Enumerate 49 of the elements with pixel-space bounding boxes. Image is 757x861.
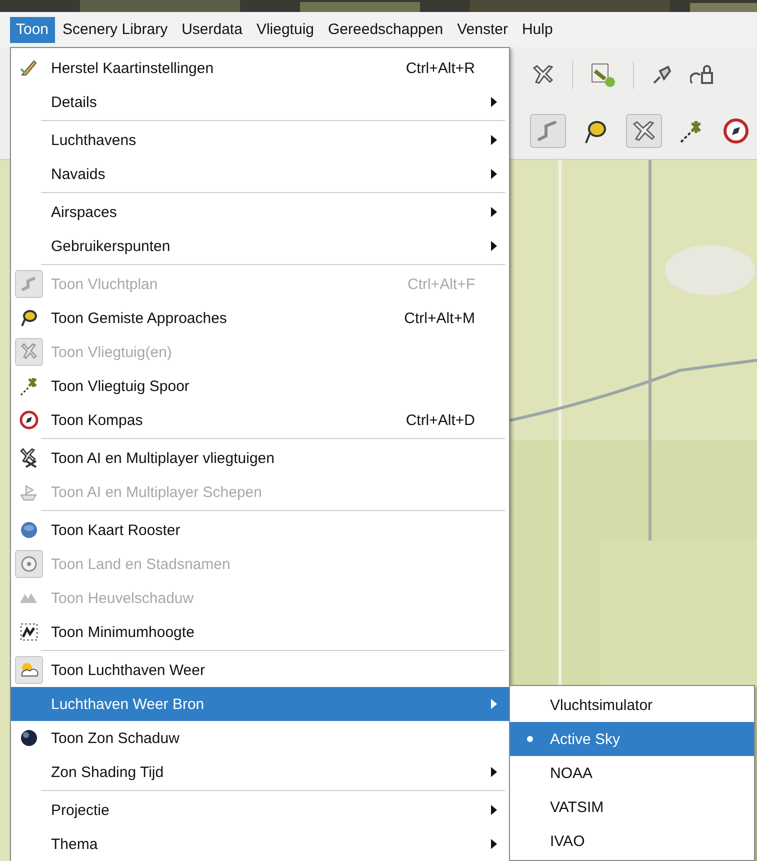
radio-menu-item[interactable]: VATSIM bbox=[510, 790, 754, 824]
menu-bar-item[interactable]: Scenery Library bbox=[56, 16, 174, 42]
menu-item[interactable]: Toon Minimumhoogte bbox=[11, 615, 509, 649]
compass-icon[interactable] bbox=[722, 117, 750, 145]
menu-item[interactable]: Toon Zon Schaduw bbox=[11, 721, 509, 755]
menu-bar-item[interactable]: Toon bbox=[10, 16, 55, 42]
airplane-add-icon[interactable] bbox=[589, 61, 617, 89]
menu-item[interactable]: Luchthavens bbox=[11, 123, 509, 157]
airplane-icon[interactable] bbox=[626, 114, 662, 148]
submenu-arrow-icon bbox=[491, 207, 497, 217]
menu-item[interactable]: Toon Luchthaven Weer bbox=[11, 653, 509, 687]
radio-menu-item[interactable]: IVAO bbox=[510, 824, 754, 858]
radio-menu-item[interactable]: Vluchtsimulator bbox=[510, 688, 754, 722]
menu-bar-item[interactable]: Venster bbox=[451, 16, 514, 42]
menu-bar-item[interactable]: Hulp bbox=[516, 16, 559, 42]
submenu-arrow-icon bbox=[491, 169, 497, 179]
compass-icon bbox=[18, 409, 40, 431]
lock-icon[interactable] bbox=[690, 63, 716, 87]
radio-menu-item[interactable]: Active Sky bbox=[510, 722, 754, 756]
submenu-arrow-icon bbox=[491, 839, 497, 849]
menu-bar-item[interactable]: Userdata bbox=[176, 16, 248, 42]
menu-item[interactable]: Toon Gemiste Approaches Ctrl+Alt+M bbox=[11, 301, 509, 335]
menu-item[interactable]: Projectie bbox=[11, 793, 509, 827]
submenu-arrow-icon bbox=[491, 241, 497, 251]
sphere-icon bbox=[18, 727, 40, 749]
menu-item[interactable]: Toon Kompas Ctrl+Alt+D bbox=[11, 403, 509, 437]
terrain-icon bbox=[18, 621, 40, 643]
menu-item[interactable]: Luchthaven Weer Bron bbox=[11, 687, 509, 721]
menu-item[interactable]: Toon Vliegtuig Spoor bbox=[11, 369, 509, 403]
menu-item[interactable]: Details bbox=[11, 85, 509, 119]
menu-item[interactable]: Zon Shading Tijd bbox=[11, 755, 509, 789]
trail-icon bbox=[18, 375, 40, 397]
menu-item[interactable]: Gebruikerspunten bbox=[11, 229, 509, 263]
menu-item[interactable]: Thema bbox=[11, 827, 509, 861]
menu-item[interactable]: Toon Kaart Rooster bbox=[11, 513, 509, 547]
menu-item[interactable]: Navaids bbox=[11, 157, 509, 191]
globe-icon bbox=[18, 519, 40, 541]
menu-bar-item[interactable]: Gereedschappen bbox=[322, 16, 450, 42]
submenu-arrow-icon bbox=[491, 97, 497, 107]
menu-item[interactable]: Herstel Kaartinstellingen Ctrl+Alt+R bbox=[11, 51, 509, 85]
menu-bar-item[interactable]: Vliegtuig bbox=[250, 16, 320, 42]
submenu-arrow-icon bbox=[491, 805, 497, 815]
menu-item[interactable]: Airspaces bbox=[11, 195, 509, 229]
submenu-arrow-icon bbox=[491, 767, 497, 777]
radio-menu-item[interactable]: NOAA bbox=[510, 756, 754, 790]
submenu-arrow-icon bbox=[491, 699, 497, 709]
menu-item[interactable]: Toon AI en Multiplayer vliegtuigen bbox=[11, 441, 509, 475]
route-icon[interactable] bbox=[530, 114, 566, 148]
submenu-arrow-icon bbox=[491, 135, 497, 145]
